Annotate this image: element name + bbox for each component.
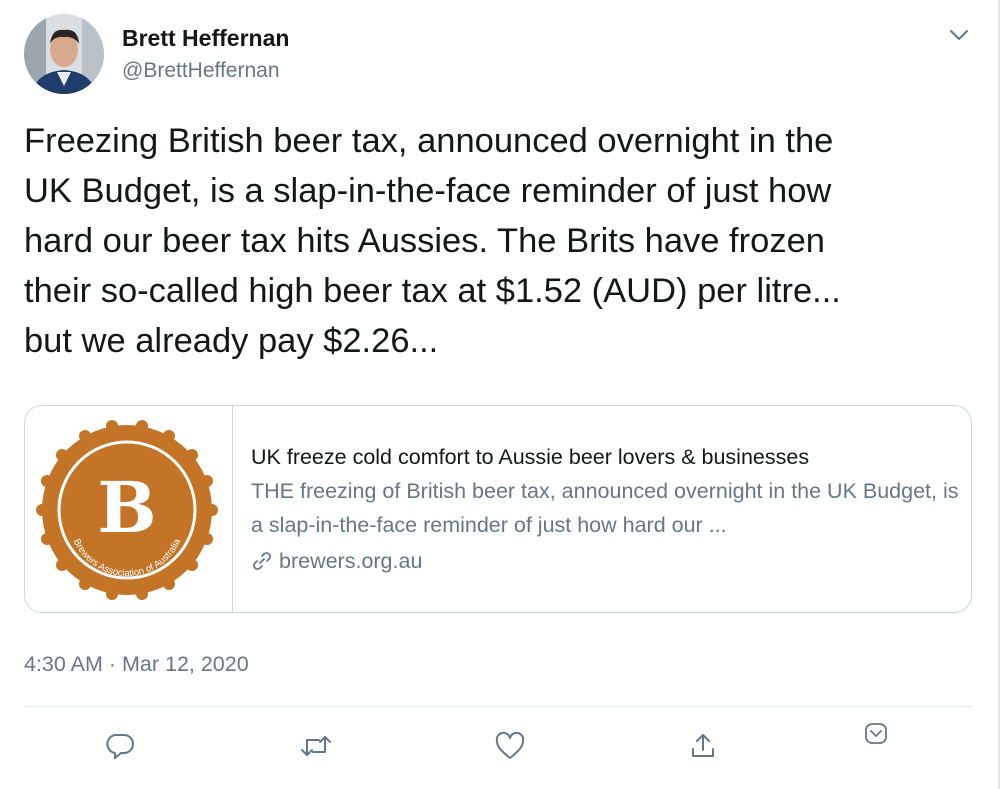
svg-text:B: B [97, 466, 156, 549]
tweet-timestamp[interactable]: 4:30 AM · Mar 12, 2020 [24, 652, 249, 677]
card-title[interactable]: UK freeze cold comfort to Aussie beer lo… [251, 442, 961, 472]
card-thumbnail: B Brewers Association of Australia [25, 406, 233, 612]
share-icon [692, 734, 714, 757]
avatar[interactable] [24, 14, 104, 94]
heart-icon [495, 731, 525, 759]
author-handle[interactable]: @BrettHeffernan [122, 59, 280, 83]
card-domain: brewers.org.au [279, 549, 423, 573]
retweet-button[interactable] [298, 728, 334, 764]
tweet-text: Freezing British beer tax, announced ove… [24, 122, 841, 360]
reply-icon [106, 733, 134, 759]
retweet-icon [301, 736, 331, 756]
brewers-association-logo: B Brewers Association of Australia [36, 420, 218, 600]
share-button[interactable] [685, 728, 721, 764]
author-name[interactable]: Brett Heffernan [122, 25, 289, 52]
card-body: UK freeze cold comfort to Aussie beer lo… [251, 442, 961, 578]
like-button[interactable] [492, 728, 528, 764]
action-bar-divider [24, 706, 972, 707]
card-domain-row: brewers.org.au [251, 544, 961, 578]
reply-button[interactable] [103, 728, 139, 764]
link-preview-card[interactable]: B Brewers Association of Australia UK fr… [24, 405, 972, 613]
chevron-down-icon [950, 30, 968, 40]
link-icon [253, 552, 271, 570]
avatar-image [24, 14, 104, 94]
tweet-menu-button[interactable] [946, 22, 972, 48]
more-options-button[interactable] [858, 716, 894, 752]
card-description: THE freezing of British beer tax, announ… [251, 479, 959, 537]
chevron-down-icon [865, 723, 887, 744]
